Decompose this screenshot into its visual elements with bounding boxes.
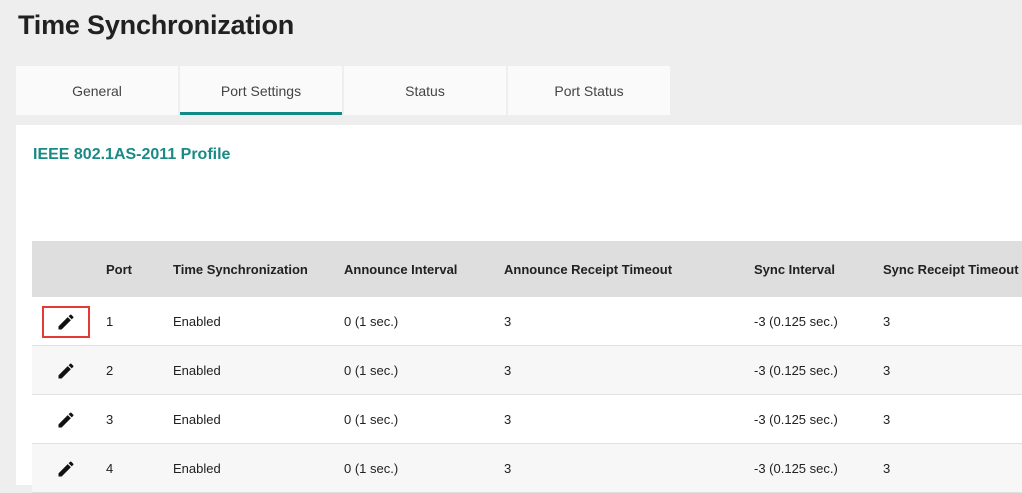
announce-receipt-timeout-cell: 3 bbox=[504, 345, 754, 395]
edit-button[interactable] bbox=[42, 355, 90, 387]
port-settings-table: Port Time Synchronization Announce Inter… bbox=[32, 241, 1022, 493]
announce-receipt-timeout-cell: 3 bbox=[504, 297, 754, 346]
sync-interval-cell: -3 (0.125 sec.) bbox=[754, 443, 883, 493]
column-header-time-sync: Time Synchronization bbox=[173, 241, 344, 297]
column-header-sync-interval: Sync Interval bbox=[754, 241, 883, 297]
announce-interval-cell: 0 (1 sec.) bbox=[344, 394, 504, 444]
table-header-row: Port Time Synchronization Announce Inter… bbox=[32, 241, 1022, 297]
time-sync-cell: Enabled bbox=[173, 394, 344, 444]
announce-interval-cell: 0 (1 sec.) bbox=[344, 443, 504, 493]
announce-receipt-timeout-cell: 3 bbox=[504, 394, 754, 444]
page-title: Time Synchronization bbox=[18, 10, 295, 40]
port-cell: 1 bbox=[106, 297, 173, 346]
time-sync-cell: Enabled bbox=[173, 345, 344, 395]
tab-port-status[interactable]: Port Status bbox=[508, 66, 670, 115]
edit-button[interactable] bbox=[42, 453, 90, 485]
edit-cell bbox=[32, 394, 106, 444]
sync-receipt-timeout-cell: 3 bbox=[883, 345, 1022, 395]
time-sync-cell: Enabled bbox=[173, 297, 344, 346]
sync-interval-cell: -3 (0.125 sec.) bbox=[754, 297, 883, 346]
edit-button[interactable] bbox=[42, 306, 90, 338]
tab-port-settings[interactable]: Port Settings bbox=[180, 66, 342, 115]
port-cell: 4 bbox=[106, 443, 173, 493]
sync-receipt-timeout-cell: 3 bbox=[883, 297, 1022, 346]
edit-button[interactable] bbox=[42, 404, 90, 436]
port-cell: 3 bbox=[106, 394, 173, 444]
table-row: 3 Enabled 0 (1 sec.) 3 -3 (0.125 sec.) 3 bbox=[32, 394, 1022, 444]
settings-card: IEEE 802.1AS-2011 Profile Port Time Sync… bbox=[16, 125, 1022, 493]
sync-receipt-timeout-cell: 3 bbox=[883, 394, 1022, 444]
edit-cell bbox=[32, 297, 106, 346]
tab-general[interactable]: General bbox=[16, 66, 178, 115]
tab-bar: General Port Settings Status Port Status bbox=[16, 66, 672, 115]
time-sync-cell: Enabled bbox=[173, 443, 344, 493]
edit-cell bbox=[32, 345, 106, 395]
edit-cell bbox=[32, 443, 106, 493]
column-header-edit bbox=[32, 241, 106, 297]
table-row: 2 Enabled 0 (1 sec.) 3 -3 (0.125 sec.) 3 bbox=[32, 345, 1022, 395]
announce-receipt-timeout-cell: 3 bbox=[504, 443, 754, 493]
announce-interval-cell: 0 (1 sec.) bbox=[344, 297, 504, 346]
tab-status[interactable]: Status bbox=[344, 66, 506, 115]
sync-receipt-timeout-cell: 3 bbox=[883, 443, 1022, 493]
section-title: IEEE 802.1AS-2011 Profile bbox=[33, 146, 231, 163]
port-cell: 2 bbox=[106, 345, 173, 395]
pencil-icon bbox=[58, 412, 74, 428]
column-header-announce-interval: Announce Interval bbox=[344, 241, 504, 297]
sync-interval-cell: -3 (0.125 sec.) bbox=[754, 394, 883, 444]
sync-interval-cell: -3 (0.125 sec.) bbox=[754, 345, 883, 395]
pencil-icon bbox=[58, 363, 74, 379]
column-header-port: Port bbox=[106, 241, 173, 297]
pencil-icon bbox=[58, 461, 74, 477]
pencil-icon bbox=[58, 314, 74, 330]
column-header-announce-receipt-timeout: Announce Receipt Timeout bbox=[504, 241, 754, 297]
column-header-sync-receipt-timeout: Sync Receipt Timeout bbox=[883, 241, 1022, 297]
table-row: 4 Enabled 0 (1 sec.) 3 -3 (0.125 sec.) 3 bbox=[32, 443, 1022, 493]
table-row: 1 Enabled 0 (1 sec.) 3 -3 (0.125 sec.) 3 bbox=[32, 297, 1022, 346]
announce-interval-cell: 0 (1 sec.) bbox=[344, 345, 504, 395]
